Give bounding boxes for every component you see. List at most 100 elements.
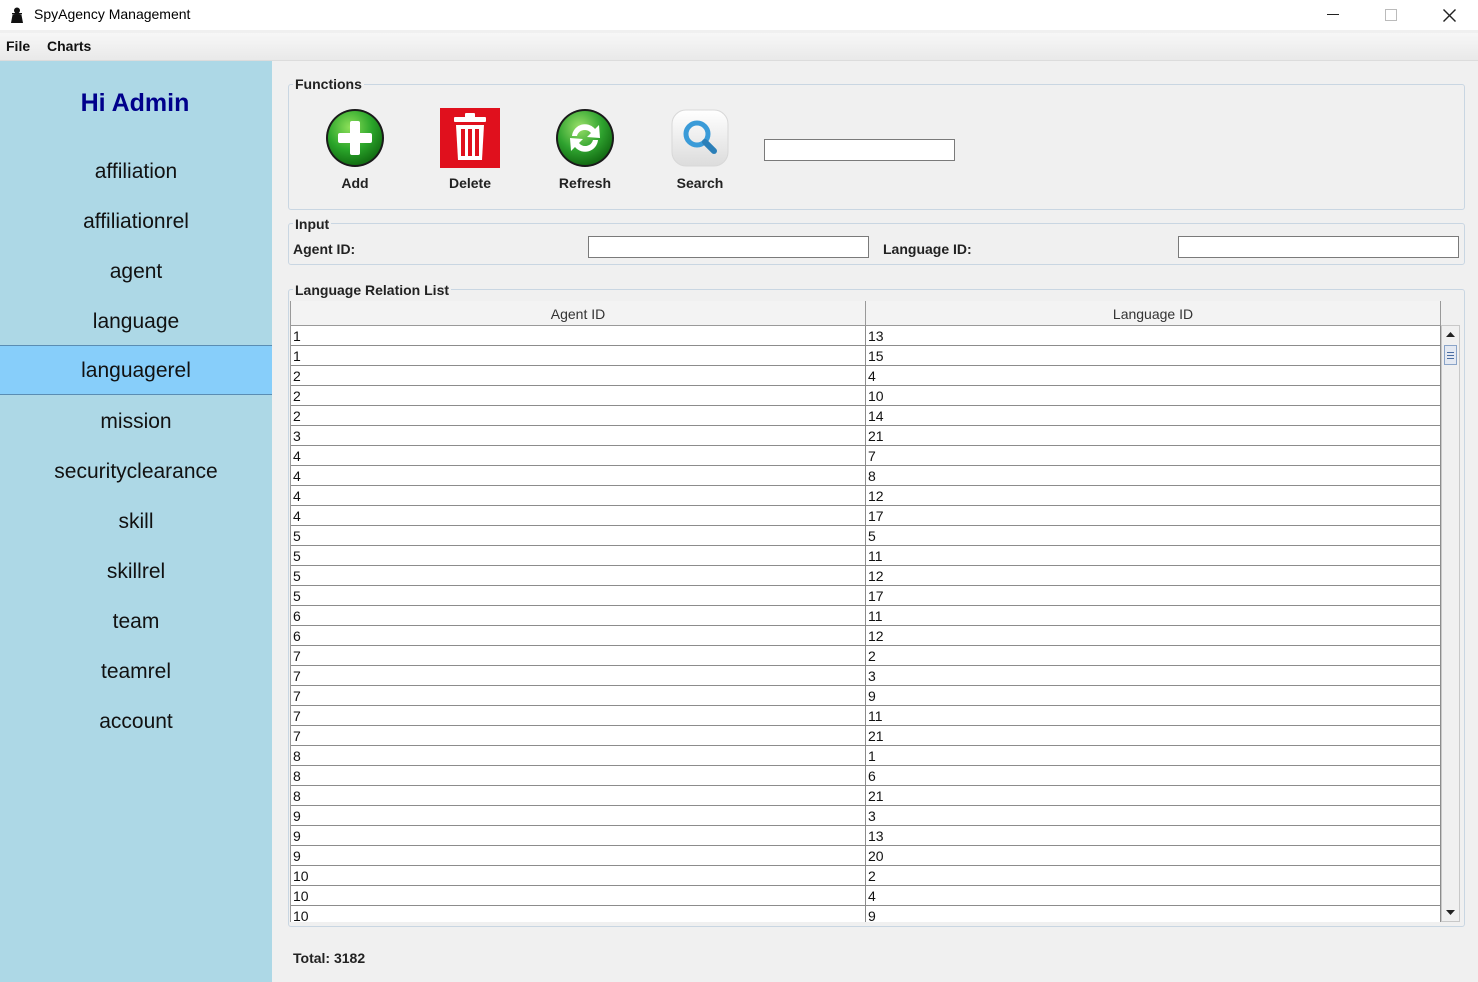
cell-agent-id: 5	[291, 526, 866, 545]
agent-id-label: Agent ID:	[293, 241, 356, 257]
sidebar-item-account[interactable]: account	[0, 698, 272, 746]
cell-agent-id: 9	[291, 846, 866, 865]
table-row[interactable]: 7 11	[291, 706, 1441, 726]
cell-agent-id: 1	[291, 326, 866, 345]
scroll-thumb[interactable]	[1444, 345, 1457, 365]
table-row[interactable]: 10 4	[291, 886, 1441, 906]
cell-language-id: 13	[866, 826, 1441, 845]
cell-language-id: 9	[866, 686, 1441, 705]
table-row[interactable]: 86	[291, 766, 1441, 786]
maximize-icon	[1385, 9, 1397, 21]
delete-button[interactable]: Delete	[432, 108, 508, 198]
cell-agent-id: 3	[291, 426, 866, 445]
table-row[interactable]: 9 20	[291, 846, 1441, 866]
add-label: Add	[341, 175, 369, 191]
cell-language-id: 4	[866, 366, 1441, 385]
cell-agent-id: 2	[291, 386, 866, 405]
table-row[interactable]: 7 21	[291, 726, 1441, 746]
table-row[interactable]: 47	[291, 446, 1441, 466]
add-icon	[326, 109, 384, 167]
scroll-down-icon[interactable]	[1442, 904, 1459, 921]
table-row[interactable]: 3 21	[291, 426, 1441, 446]
cell-agent-id: 9	[291, 826, 866, 845]
search-input[interactable]	[764, 139, 955, 161]
table-row[interactable]: 1 13	[291, 326, 1441, 346]
table-row[interactable]: 93	[291, 806, 1441, 826]
cell-agent-id: 4	[291, 506, 866, 525]
table-row[interactable]: 8 21	[291, 786, 1441, 806]
add-button[interactable]: Add	[317, 108, 393, 198]
cell-language-id: 12	[866, 626, 1441, 645]
scroll-up-icon[interactable]	[1442, 326, 1459, 343]
sidebar-item-teamrel[interactable]: teamrel	[0, 648, 272, 696]
delete-label: Delete	[448, 175, 492, 191]
window-title: SpyAgency Management	[34, 6, 191, 22]
cell-language-id: 3	[866, 666, 1441, 685]
sidebar-item-mission[interactable]: mission	[0, 398, 272, 446]
table-row[interactable]: 4 17	[291, 506, 1441, 526]
menu-charts[interactable]: Charts	[47, 38, 91, 54]
sidebar-item-securityclearance[interactable]: securityclearance	[0, 448, 272, 496]
cell-language-id: 21	[866, 426, 1441, 445]
menu-file[interactable]: File	[6, 38, 30, 54]
sidebar-item-skillrel[interactable]: skillrel	[0, 548, 272, 596]
table-row[interactable]: 24	[291, 366, 1441, 386]
cell-language-id: 11	[866, 606, 1441, 625]
minimize-button[interactable]	[1304, 0, 1362, 30]
refresh-button[interactable]: Refresh	[547, 108, 623, 198]
sidebar-item-affiliation[interactable]: affiliation	[0, 148, 272, 196]
close-button[interactable]	[1420, 0, 1478, 30]
table-row[interactable]: 6 11	[291, 606, 1441, 626]
table-row[interactable]: 55	[291, 526, 1441, 546]
close-icon	[1443, 9, 1456, 22]
cell-agent-id: 7	[291, 666, 866, 685]
cell-language-id: 11	[866, 546, 1441, 565]
table-row[interactable]: 72	[291, 646, 1441, 666]
language-id-label: Language ID:	[883, 241, 972, 257]
sidebar-item-languagerel[interactable]: languagerel	[0, 345, 272, 395]
table-row[interactable]: 79	[291, 686, 1441, 706]
table-row[interactable]: 5 17	[291, 586, 1441, 606]
functions-title: Functions	[293, 76, 364, 92]
table-row[interactable]: 5 12	[291, 566, 1441, 586]
table-scrollbar[interactable]	[1441, 325, 1460, 922]
cell-agent-id: 4	[291, 446, 866, 465]
table-row[interactable]: 6 12	[291, 626, 1441, 646]
table-row[interactable]: 10 9	[291, 906, 1441, 922]
cell-language-id: 13	[866, 326, 1441, 345]
cell-language-id: 12	[866, 566, 1441, 585]
cell-agent-id: 5	[291, 546, 866, 565]
cell-agent-id: 10	[291, 866, 866, 885]
refresh-label: Refresh	[558, 175, 612, 191]
search-icon	[671, 109, 729, 167]
table-row[interactable]: 5 11	[291, 546, 1441, 566]
table-row[interactable]: 9 13	[291, 826, 1441, 846]
sidebar-item-team[interactable]: team	[0, 598, 272, 646]
language-id-field[interactable]	[1178, 236, 1459, 258]
column-header-agent-id[interactable]: Agent ID	[291, 301, 866, 325]
table-row[interactable]: 2 10	[291, 386, 1441, 406]
table-row[interactable]: 10 2	[291, 866, 1441, 886]
total-count: Total: 3182	[293, 950, 366, 966]
cell-agent-id: 9	[291, 806, 866, 825]
table-row[interactable]: 73	[291, 666, 1441, 686]
table-row[interactable]: 81	[291, 746, 1441, 766]
sidebar-item-skill[interactable]: skill	[0, 498, 272, 546]
search-button[interactable]: Search	[662, 108, 738, 198]
table-row[interactable]: 48	[291, 466, 1441, 486]
cell-language-id: 3	[866, 806, 1441, 825]
column-header-language-id[interactable]: Language ID	[866, 301, 1441, 325]
sidebar-item-affiliationrel[interactable]: affiliationrel	[0, 198, 272, 246]
cell-agent-id: 5	[291, 566, 866, 585]
table-row[interactable]: 4 12	[291, 486, 1441, 506]
sidebar: Hi Admin affiliation affiliationrel agen…	[0, 61, 272, 982]
cell-agent-id: 4	[291, 466, 866, 485]
cell-language-id: 1	[866, 746, 1441, 765]
sidebar-item-language[interactable]: language	[0, 298, 272, 346]
table-row[interactable]: 2 14	[291, 406, 1441, 426]
agent-id-field[interactable]	[588, 236, 869, 258]
sidebar-item-agent[interactable]: agent	[0, 248, 272, 296]
app-icon	[11, 7, 23, 23]
table-row[interactable]: 1 15	[291, 346, 1441, 366]
maximize-button[interactable]	[1362, 0, 1420, 30]
